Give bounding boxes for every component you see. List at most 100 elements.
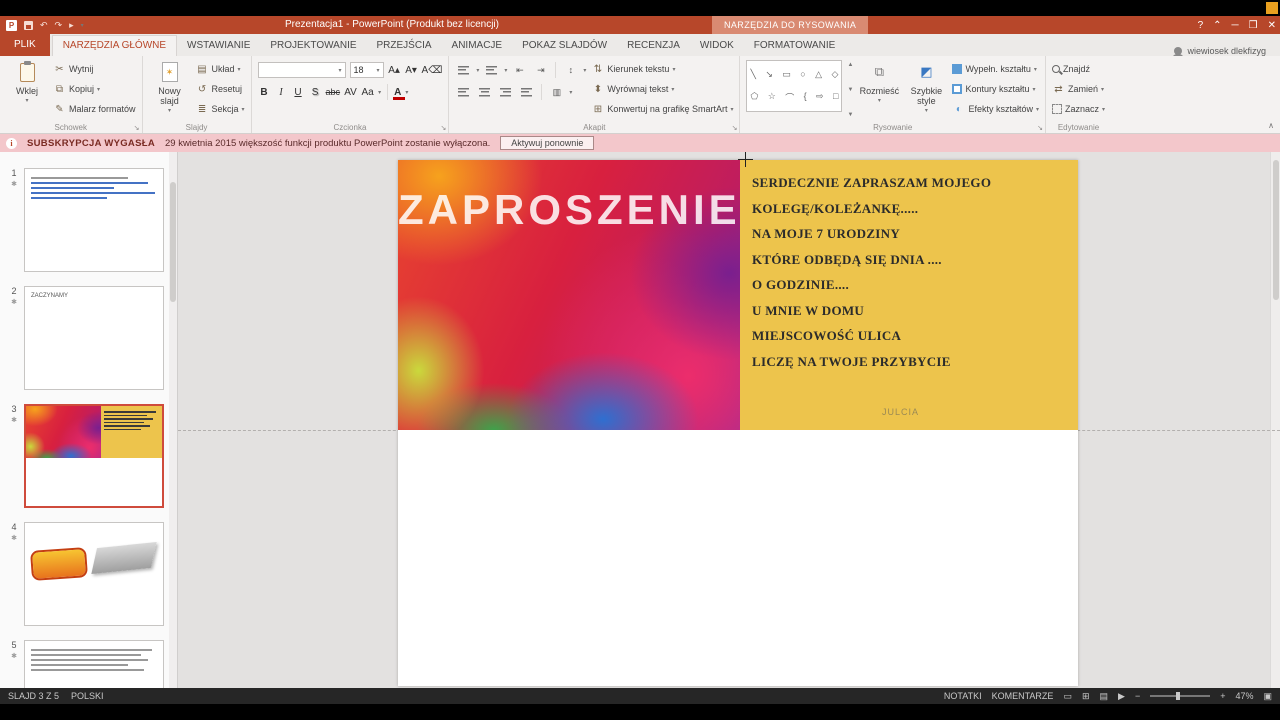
layout-button[interactable]: ▤Układ▾: [196, 60, 245, 78]
clipboard-dialog-launcher-icon[interactable]: ↘: [134, 124, 140, 132]
section-button[interactable]: ≣Sekcja▾: [196, 100, 245, 118]
justify-button[interactable]: [518, 84, 535, 101]
slide-3-editing-surface[interactable]: ZAPROSZENIE SERDECZNIE ZAPRASZAM MOJEGO …: [398, 160, 1078, 686]
language-indicator[interactable]: POLSKI: [71, 691, 104, 701]
convert-smartart-button[interactable]: ⊞Konwertuj na grafikę SmartArt▾: [591, 100, 733, 118]
columns-button[interactable]: ▥: [548, 84, 565, 101]
normal-view-icon[interactable]: ▭: [1063, 691, 1072, 702]
format-painter-button[interactable]: ✎Malarz formatów: [53, 100, 136, 118]
align-left-button[interactable]: [455, 84, 472, 101]
tab-plik[interactable]: PLIK: [0, 34, 50, 56]
shapes-gallery[interactable]: ╲↘▭○△◇ ⬠☆⌒{⇨□: [746, 60, 842, 112]
square-shape-icon[interactable]: □: [833, 91, 838, 104]
thumbnail-scrollbar[interactable]: [169, 152, 177, 688]
zoom-level[interactable]: 47%: [1235, 691, 1253, 701]
line-shape-icon[interactable]: ╲: [750, 69, 755, 80]
slide-flower-image[interactable]: ZAPROSZENIE: [398, 160, 740, 430]
save-icon[interactable]: [24, 21, 33, 30]
collapse-ribbon-icon[interactable]: ∧: [1268, 121, 1274, 130]
align-center-button[interactable]: [476, 84, 493, 101]
find-button[interactable]: Znajdź: [1052, 60, 1105, 78]
increase-indent-button[interactable]: ⇥: [532, 62, 549, 79]
curve-shape-icon[interactable]: ⌒: [785, 91, 794, 104]
tab-widok[interactable]: WIDOK: [690, 35, 744, 56]
slide-1-thumbnail[interactable]: [24, 168, 164, 272]
bracket-shape-icon[interactable]: {: [804, 91, 807, 104]
cut-button[interactable]: ✂Wytnij: [53, 60, 136, 78]
fit-to-window-icon[interactable]: ▣: [1263, 691, 1272, 702]
copy-button[interactable]: ⧉Kopiuj▾: [53, 80, 136, 98]
slide-5-thumbnail[interactable]: [24, 640, 164, 688]
font-color-button[interactable]: A: [394, 87, 401, 98]
ribbon-options-button[interactable]: ⌃: [1213, 20, 1221, 31]
new-slide-button[interactable]: ✶ Nowy slajd ▾: [149, 60, 191, 120]
paragraph-dialog-launcher-icon[interactable]: ↘: [732, 124, 738, 132]
triangle-shape-icon[interactable]: △: [815, 69, 822, 80]
italic-button[interactable]: I: [275, 87, 288, 98]
tab-projektowanie[interactable]: PROJEKTOWANIE: [260, 35, 366, 56]
undo-icon[interactable]: ↶: [40, 20, 48, 31]
align-right-button[interactable]: [497, 84, 514, 101]
numbering-button[interactable]: [483, 62, 500, 79]
line-spacing-button[interactable]: ↕: [562, 62, 579, 79]
tab-przejscia[interactable]: PRZEJŚCIA: [367, 35, 442, 56]
reset-button[interactable]: ↺Resetuj: [196, 80, 245, 98]
arrow-shape-icon[interactable]: ↘: [765, 69, 773, 80]
zoom-out-icon[interactable]: −: [1135, 691, 1140, 701]
tab-animacje[interactable]: ANIMACJE: [442, 35, 513, 56]
ellipse-shape-icon[interactable]: ○: [800, 69, 805, 80]
align-text-button[interactable]: ⬍Wyrównaj tekst▾: [591, 80, 733, 98]
paste-button[interactable]: Wklej ▾: [6, 60, 48, 120]
replace-button[interactable]: ⇄Zamień▾: [1052, 80, 1105, 98]
shape-fill-button[interactable]: Wypełn. kształtu▾: [952, 60, 1039, 78]
shapes-more-icon[interactable]: ▼: [847, 112, 853, 118]
text-shadow-button[interactable]: S: [309, 87, 322, 98]
change-case-button[interactable]: Aa: [361, 87, 374, 98]
comments-toggle[interactable]: KOMENTARZE: [992, 691, 1054, 701]
slide-sorter-view-icon[interactable]: ⊞: [1082, 691, 1090, 702]
slide-4-thumbnail[interactable]: [24, 522, 164, 626]
rect-shape-icon[interactable]: ▭: [782, 69, 791, 80]
slideshow-view-icon[interactable]: ▶: [1118, 691, 1125, 702]
character-spacing-button[interactable]: AV: [344, 87, 357, 98]
strikethrough-button[interactable]: abc: [326, 87, 341, 97]
zoom-slider[interactable]: [1150, 695, 1210, 697]
qat-customize-icon[interactable]: ▾: [81, 22, 84, 29]
help-button[interactable]: ?: [1198, 20, 1204, 31]
reading-view-icon[interactable]: ▤: [1100, 691, 1109, 702]
quick-styles-button[interactable]: ◩ Szybkie style ▾: [905, 60, 947, 120]
text-direction-button[interactable]: ⇅Kierunek tekstu▾: [591, 60, 733, 78]
font-name-select[interactable]: ▾: [258, 62, 346, 78]
close-button[interactable]: ✕: [1268, 20, 1276, 31]
select-button[interactable]: Zaznacz▾: [1052, 100, 1105, 118]
minimize-button[interactable]: ─: [1232, 20, 1239, 31]
redo-icon[interactable]: ↷: [55, 20, 63, 31]
tab-narzedzia-glowne[interactable]: NARZĘDZIA GŁÓWNE: [52, 35, 177, 56]
arrange-button[interactable]: ⧉ Rozmieść ▾: [858, 60, 900, 120]
tab-wstawianie[interactable]: WSTAWIANIE: [177, 35, 260, 56]
grow-font-button[interactable]: A▴: [388, 65, 401, 76]
zoom-in-icon[interactable]: +: [1220, 691, 1225, 701]
font-dialog-launcher-icon[interactable]: ↘: [440, 124, 446, 132]
diamond-shape-icon[interactable]: ◇: [832, 69, 839, 80]
clear-formatting-button[interactable]: A⌫: [422, 65, 443, 76]
star-shape-icon[interactable]: ☆: [768, 91, 776, 104]
shapes-scroll-up-icon[interactable]: ▲: [847, 62, 853, 68]
shapes-scroll-down-icon[interactable]: ▼: [847, 87, 853, 93]
tab-pokaz-slajdow[interactable]: POKAZ SLAJDÓW: [512, 35, 617, 56]
underline-button[interactable]: U: [292, 87, 305, 98]
notes-toggle[interactable]: NOTATKI: [944, 691, 982, 701]
bullets-button[interactable]: [455, 62, 472, 79]
slide-3-thumbnail[interactable]: [24, 404, 164, 508]
bold-button[interactable]: B: [258, 87, 271, 98]
shrink-font-button[interactable]: A▾: [405, 65, 418, 76]
reactivate-button[interactable]: Aktywuj ponownie: [500, 136, 594, 150]
slide-title-text[interactable]: ZAPROSZENIE: [398, 186, 740, 234]
slide-2-thumbnail[interactable]: ZACZYNAMY: [24, 286, 164, 390]
canvas-scrollbar[interactable]: [1270, 152, 1280, 688]
shape-outline-button[interactable]: Kontury kształtu▾: [952, 80, 1039, 98]
decrease-indent-button[interactable]: ⇤: [511, 62, 528, 79]
drawing-dialog-launcher-icon[interactable]: ↘: [1037, 124, 1043, 132]
tab-recenzja[interactable]: RECENZJA: [617, 35, 690, 56]
slide-invitation-textbox[interactable]: SERDECZNIE ZAPRASZAM MOJEGO KOLEGĘ/KOLEŻ…: [740, 160, 1078, 430]
